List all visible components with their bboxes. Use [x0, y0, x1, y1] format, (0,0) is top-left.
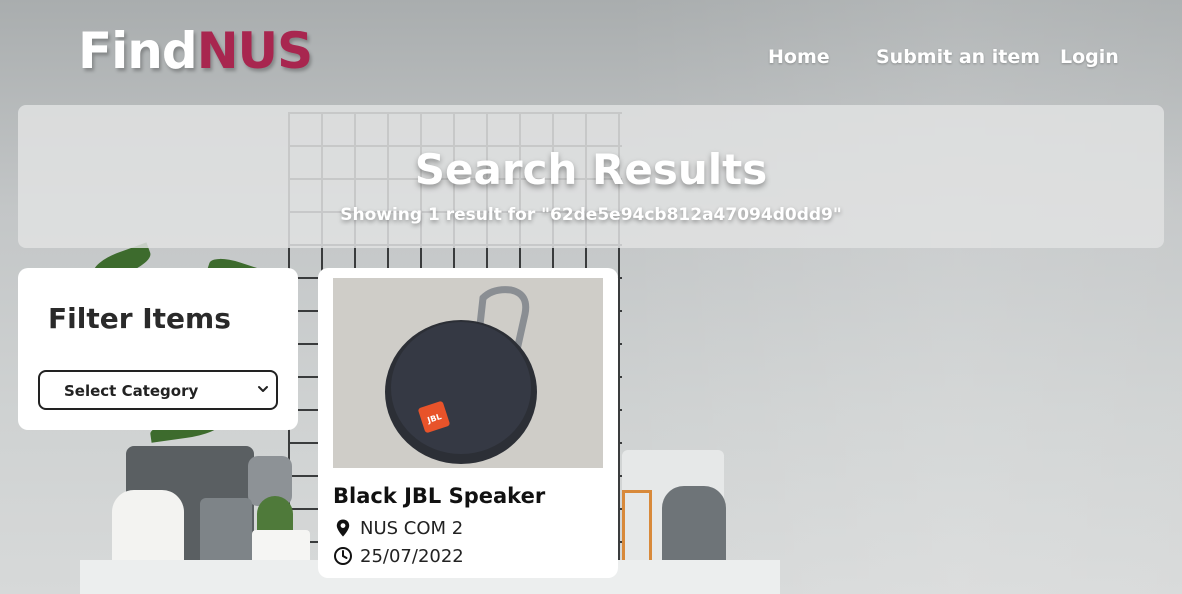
- category-select-value: Select Category: [64, 382, 199, 400]
- item-name: Black JBL Speaker: [333, 484, 546, 508]
- chevron-down-icon: [258, 386, 268, 392]
- nav-home-link[interactable]: Home: [768, 46, 830, 68]
- category-select[interactable]: Select Category: [38, 370, 278, 410]
- result-item-card[interactable]: JBL Black JBL Speaker NUS COM 2 25/07/20…: [318, 268, 618, 578]
- nav-login-link[interactable]: Login: [1060, 46, 1119, 68]
- site-header: FindNUS Home Submit an item Login: [0, 0, 1182, 108]
- item-location-row: NUS COM 2: [333, 517, 463, 539]
- search-results-banner: Search Results Showing 1 result for "62d…: [18, 105, 1164, 248]
- clock-icon: [334, 547, 352, 565]
- item-date: 25/07/2022: [360, 545, 464, 567]
- main-nav: Home Submit an item Login: [0, 46, 1182, 74]
- location-pin-icon: [336, 519, 350, 537]
- speaker-image: JBL: [333, 278, 603, 468]
- item-location: NUS COM 2: [360, 517, 464, 539]
- nav-submit-item-link[interactable]: Submit an item: [876, 46, 1040, 68]
- filter-panel: Filter Items Select Category: [18, 268, 298, 430]
- filter-title: Filter Items: [48, 302, 231, 335]
- item-photo: JBL: [333, 278, 603, 468]
- results-summary: Showing 1 result for "62de5e94cb812a4709…: [340, 205, 842, 225]
- item-date-row: 25/07/2022: [333, 545, 464, 567]
- page-title: Search Results: [414, 145, 768, 194]
